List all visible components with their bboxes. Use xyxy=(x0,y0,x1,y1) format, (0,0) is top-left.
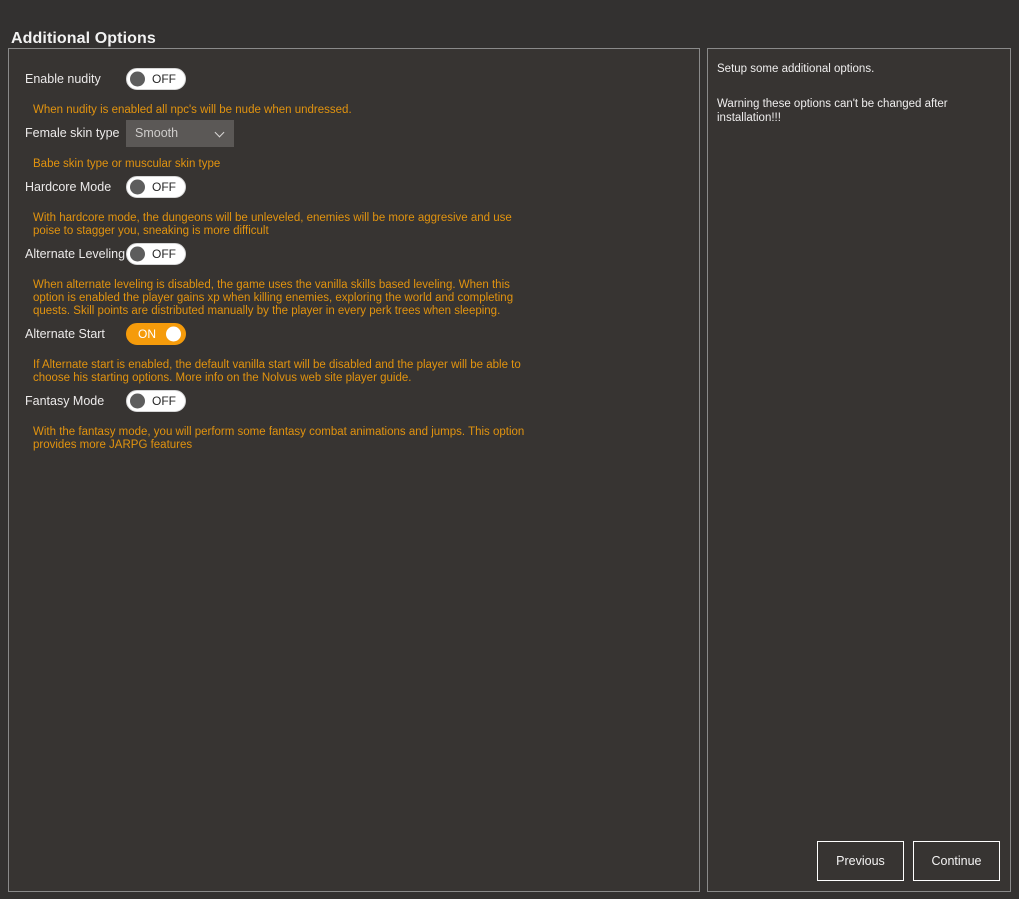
option-block-fantasy-mode: Fantasy Mode OFF With the fantasy mode, … xyxy=(25,385,683,452)
additional-options-window: Additional Options Enable nudity OFF Whe… xyxy=(0,0,1019,899)
option-row-female-skin-type: Female skin type Smooth xyxy=(25,117,683,149)
option-block-enable-nudity: Enable nudity OFF When nudity is enabled… xyxy=(25,63,683,117)
info-panel: Setup some additional options. Warning t… xyxy=(707,48,1011,892)
option-label-enable-nudity: Enable nudity xyxy=(25,72,101,86)
option-row-fantasy-mode: Fantasy Mode OFF xyxy=(25,385,683,417)
option-description-hardcore-mode: With hardcore mode, the dungeons will be… xyxy=(33,212,512,237)
toggle-state-label: OFF xyxy=(152,72,176,86)
option-row-enable-nudity: Enable nudity OFF xyxy=(25,63,683,95)
option-block-hardcore-mode: Hardcore Mode OFF With hardcore mode, th… xyxy=(25,171,683,238)
toggle-knob-icon xyxy=(130,179,145,195)
option-label-female-skin-type: Female skin type xyxy=(25,126,120,140)
toggle-knob-icon xyxy=(130,71,145,87)
dropdown-female-skin-type[interactable]: Smooth xyxy=(126,119,234,147)
option-label-alternate-start: Alternate Start xyxy=(25,327,105,341)
info-text-block: Setup some additional options. Warning t… xyxy=(717,62,999,125)
toggle-state-label: OFF xyxy=(152,247,176,261)
info-line-warning: Warning these options can't be changed a… xyxy=(717,98,948,124)
option-label-alternate-leveling: Alternate Leveling xyxy=(25,247,126,261)
chevron-down-icon xyxy=(216,128,226,138)
toggle-state-label: OFF xyxy=(152,180,176,194)
option-row-hardcore-mode: Hardcore Mode OFF xyxy=(25,171,683,203)
option-block-alternate-leveling: Alternate Leveling OFF When alternate le… xyxy=(25,238,683,318)
toggle-enable-nudity[interactable]: OFF xyxy=(126,68,186,90)
info-line-primary: Setup some additional options. xyxy=(717,63,875,75)
option-description-alternate-leveling: When alternate leveling is disabled, the… xyxy=(33,279,514,317)
toggle-hardcore-mode[interactable]: OFF xyxy=(126,176,186,198)
option-description-enable-nudity: When nudity is enabled all npc's will be… xyxy=(33,104,352,116)
option-row-alternate-leveling: Alternate Leveling OFF xyxy=(25,238,683,270)
toggle-state-label: ON xyxy=(138,327,156,341)
navigation-buttons: Previous Continue xyxy=(817,841,1000,881)
toggle-alternate-start[interactable]: ON xyxy=(126,323,186,345)
page-title: Additional Options xyxy=(11,29,156,47)
toggle-knob-icon xyxy=(130,246,145,262)
toggle-alternate-leveling[interactable]: OFF xyxy=(126,243,186,265)
option-block-alternate-start: Alternate Start ON If Alternate start is… xyxy=(25,318,683,385)
option-description-fantasy-mode: With the fantasy mode, you will perform … xyxy=(33,426,525,451)
toggle-knob-icon xyxy=(166,326,181,342)
option-row-alternate-start: Alternate Start ON xyxy=(25,318,683,350)
option-label-fantasy-mode: Fantasy Mode xyxy=(25,394,105,408)
option-block-female-skin-type: Female skin type Smooth Babe skin type o… xyxy=(25,117,683,171)
dropdown-selected-value: Smooth xyxy=(135,126,179,140)
previous-button[interactable]: Previous xyxy=(817,841,904,881)
continue-button[interactable]: Continue xyxy=(913,841,1000,881)
toggle-state-label: OFF xyxy=(152,394,176,408)
option-description-female-skin-type: Babe skin type or muscular skin type xyxy=(33,158,221,170)
toggle-knob-icon xyxy=(130,393,145,409)
option-description-alternate-start: If Alternate start is enabled, the defau… xyxy=(33,359,521,384)
toggle-fantasy-mode[interactable]: OFF xyxy=(126,390,186,412)
option-label-hardcore-mode: Hardcore Mode xyxy=(25,180,112,194)
options-panel: Enable nudity OFF When nudity is enabled… xyxy=(8,48,700,892)
options-list: Enable nudity OFF When nudity is enabled… xyxy=(9,49,699,452)
